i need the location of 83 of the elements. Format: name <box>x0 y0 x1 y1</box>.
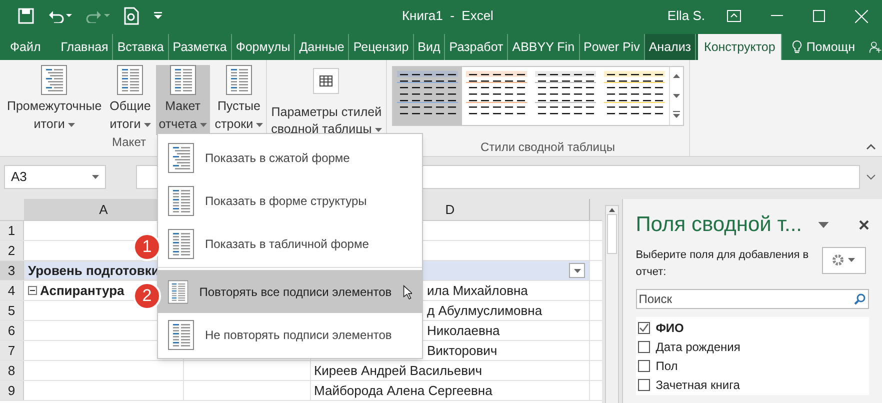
filter-dropdown[interactable] <box>569 263 585 278</box>
row-header[interactable]: 8 <box>0 361 24 380</box>
style-options-button[interactable]: Параметры стилей сводной таблицы <box>271 68 382 138</box>
checkbox[interactable] <box>638 360 650 372</box>
checkbox[interactable] <box>638 322 650 334</box>
ribbon-button[interactable]: Общие итоги <box>106 65 154 135</box>
maximize-icon[interactable] <box>813 10 825 22</box>
chevron-down-icon[interactable] <box>866 174 876 180</box>
field-name: Зачетная книга <box>656 377 740 394</box>
layout-icon <box>168 228 194 258</box>
layout-icon <box>168 142 194 172</box>
table-cell-text: Киреев Андрей Васильевич <box>314 362 482 380</box>
ribbon-button[interactable]: Макет отчета <box>156 65 210 135</box>
table-cell-text: Уровень подготовки <box>27 262 160 280</box>
caret-icon <box>256 122 264 126</box>
table-cell-text: Викторович <box>427 342 498 360</box>
table-cell-text: ила Михайловна <box>427 282 528 300</box>
group-label: Макет <box>112 134 146 151</box>
ribbon-button[interactable]: Промежуточные итоги <box>4 65 105 135</box>
name-box[interactable]: A3 <box>4 165 106 189</box>
table-cell-text: Николаевна <box>427 322 500 340</box>
caret-icon <box>848 258 856 262</box>
field-name: Пол <box>656 358 678 375</box>
user-name: Ella S. <box>666 7 706 26</box>
caret-icon <box>92 175 99 179</box>
help-search[interactable]: Помощн <box>806 38 855 56</box>
search-field[interactable]: Поиск <box>636 288 869 308</box>
pane-hint: Выберите поля для добавления в отчет: <box>636 248 810 280</box>
checkbox[interactable] <box>638 341 650 353</box>
caret-icon <box>144 122 151 126</box>
lightbulb-icon <box>792 40 802 54</box>
layout-icon <box>168 186 194 216</box>
ribbon-tab[interactable]: Файл <box>6 34 57 60</box>
group-label: Стили сводной таблицы <box>479 139 615 156</box>
mouse-pointer-icon <box>402 282 412 300</box>
ribbon-tab[interactable]: Конструктор <box>696 34 782 60</box>
pane-title: Поля сводной т... <box>636 212 802 238</box>
table-cell-text: Майборода Алена Сергеевна <box>314 382 492 400</box>
menu-item[interactable]: Не повторять подписи элементов <box>158 313 422 356</box>
row-header[interactable]: 4 <box>0 281 24 300</box>
menu-item[interactable]: Показать в табличной форме <box>158 222 422 265</box>
print-preview-icon[interactable] <box>124 7 140 25</box>
settings-icon <box>832 254 844 266</box>
scroll-thumb[interactable] <box>606 214 617 254</box>
close-icon[interactable] <box>859 220 869 230</box>
row-header[interactable]: 2 <box>0 241 24 260</box>
window-title: Книга1 - Excel <box>402 7 494 26</box>
caret-icon <box>574 268 580 272</box>
row-header[interactable]: 1 <box>0 221 24 240</box>
layout-icon <box>226 65 252 95</box>
scrollbar[interactable] <box>604 205 619 403</box>
minimize-icon[interactable] <box>771 15 783 17</box>
ribbon-tab[interactable]: Анализ <box>644 34 696 60</box>
settings-button[interactable] <box>822 246 866 274</box>
menu-item[interactable]: Повторять все подписи элементов <box>158 270 422 313</box>
share-icon[interactable] <box>868 39 882 55</box>
undo-icon[interactable] <box>48 9 72 23</box>
collapse-icon[interactable] <box>28 286 37 295</box>
row-header[interactable]: 6 <box>0 321 24 340</box>
field-name: ФИО <box>656 320 684 337</box>
caret-icon <box>200 122 207 126</box>
pane-menu-icon <box>818 222 829 228</box>
table-cell: Аспирантура <box>24 280 124 300</box>
checkbox[interactable] <box>638 379 650 391</box>
menu-item[interactable]: Показать в сжатой форме <box>158 136 422 179</box>
layout-icon <box>41 65 68 95</box>
row-header[interactable]: 5 <box>0 301 24 320</box>
collapse-ribbon-icon[interactable] <box>866 144 876 150</box>
table-icon <box>313 68 340 94</box>
caret-icon <box>68 122 75 126</box>
layout-icon <box>117 65 144 95</box>
table-style-swatch[interactable] <box>392 67 462 125</box>
ribbon-display-icon[interactable] <box>727 10 741 22</box>
row-header[interactable]: 3 <box>0 261 24 280</box>
row-header[interactable]: 9 <box>0 381 24 400</box>
table-cell-text: д Абулмуслимовна <box>427 302 542 320</box>
search-icon <box>854 292 866 304</box>
save-icon[interactable] <box>18 8 34 24</box>
layout-icon <box>168 320 194 350</box>
layout-icon <box>170 65 196 95</box>
customize-icon[interactable] <box>154 12 162 20</box>
row-header[interactable]: 7 <box>0 341 24 360</box>
field-name: Дата рождения <box>656 339 740 356</box>
